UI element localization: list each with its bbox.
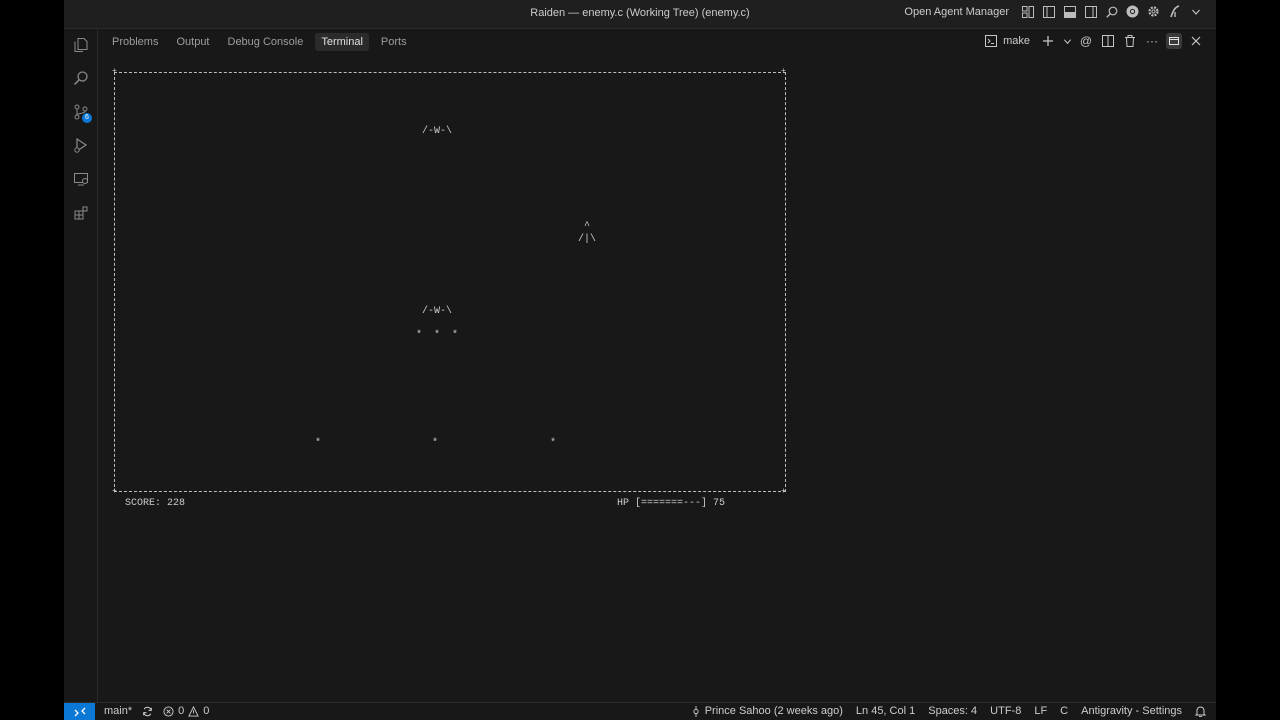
tab-terminal[interactable]: Terminal	[315, 33, 369, 51]
encoding[interactable]: UTF-8	[990, 705, 1021, 717]
more-actions-icon[interactable]: ···	[1144, 33, 1160, 49]
frame-corner: +	[781, 67, 786, 76]
panel-actions: make @ ···	[983, 33, 1204, 49]
chevron-down-icon[interactable]	[1062, 33, 1072, 49]
cursor-position[interactable]: Ln 45, Col 1	[856, 705, 915, 717]
status-bar-right: Prince Sahoo (2 weeks ago) Ln 45, Col 1 …	[691, 705, 1206, 717]
source-control-badge: 6	[82, 113, 92, 123]
antigravity-icon[interactable]	[1168, 5, 1181, 18]
enemy-ship: /-W-\	[422, 306, 453, 317]
terminal-icon	[983, 33, 999, 49]
background-star: *	[432, 438, 439, 449]
maximize-panel-icon[interactable]	[1166, 33, 1182, 49]
run-debug-icon[interactable]	[72, 136, 90, 154]
toggle-panel-icon[interactable]	[1063, 5, 1076, 18]
git-blame[interactable]: Prince Sahoo (2 weeks ago)	[691, 705, 843, 717]
remote-explorer-icon[interactable]	[72, 170, 90, 188]
search-icon[interactable]	[72, 69, 90, 87]
terminal-name: make	[1003, 35, 1030, 47]
enemy-bullets: * * *	[416, 330, 459, 341]
trash-icon[interactable]	[1122, 33, 1138, 49]
warning-icon	[188, 705, 200, 717]
title-bar: Raiden — enemy.c (Working Tree) (enemy.c…	[64, 0, 1216, 29]
tab-ports[interactable]: Ports	[375, 33, 413, 51]
frame-corner: +	[112, 67, 117, 76]
tab-problems[interactable]: Problems	[106, 33, 164, 51]
background-star: *	[315, 438, 322, 449]
antigravity-settings[interactable]: Antigravity - Settings	[1081, 705, 1182, 717]
terminal-selector[interactable]: make	[983, 33, 1030, 49]
enemy-ship: /-W-\	[422, 126, 453, 137]
language-mode[interactable]: C	[1060, 705, 1068, 717]
hp-readout: HP [=======---] 75	[617, 498, 726, 509]
bell-icon[interactable]	[1195, 705, 1206, 717]
editor-window: Raiden — enemy.c (Working Tree) (enemy.c…	[64, 0, 1216, 720]
end-of-line[interactable]: LF	[1034, 705, 1047, 717]
activity-bar: 6	[64, 29, 98, 702]
mention-icon[interactable]: @	[1078, 33, 1094, 49]
warning-count: 0	[203, 705, 210, 717]
explorer-icon[interactable]	[72, 36, 90, 54]
background-star: *	[550, 438, 557, 449]
source-control-icon[interactable]: 6	[72, 103, 92, 123]
title-bar-actions: Open Agent Manager	[904, 5, 1202, 18]
frame-corner: +	[781, 487, 786, 496]
add-icon[interactable]	[1040, 33, 1056, 49]
player-ship-nose: ^	[584, 221, 591, 232]
panel-tab-bar: Problems Output Debug Console Terminal P…	[106, 33, 413, 51]
toggle-primary-sidebar-icon[interactable]	[1042, 5, 1055, 18]
player-ship-body: /|\	[578, 234, 597, 245]
indentation[interactable]: Spaces: 4	[928, 705, 977, 717]
remote-indicator-icon[interactable]	[64, 703, 95, 720]
close-icon[interactable]	[1188, 33, 1204, 49]
error-count: 0	[178, 705, 185, 717]
score-readout: SCORE: 228	[125, 498, 186, 509]
terminal-output[interactable]: + + + + /-W-\ ^ /|\ /-W-\ * * * * * * SC…	[112, 64, 794, 524]
chrome-icon[interactable]	[1126, 5, 1139, 18]
layout-icon[interactable]	[1021, 5, 1034, 18]
settings-gear-icon[interactable]	[1147, 5, 1160, 18]
error-icon	[163, 705, 174, 717]
sync-icon[interactable]	[142, 706, 153, 717]
extensions-icon[interactable]	[72, 204, 90, 222]
chevron-down-icon[interactable]	[1189, 5, 1202, 18]
problems-indicator[interactable]: 0 0	[163, 705, 209, 717]
branch-indicator[interactable]: main*	[104, 705, 132, 717]
frame-corner: +	[112, 487, 117, 496]
status-bar-left: main* 0 0	[104, 705, 209, 717]
tab-output[interactable]: Output	[170, 33, 215, 51]
split-terminal-icon[interactable]	[1100, 33, 1116, 49]
status-bar: main* 0 0 Prince Sahoo (2 weeks ago) Ln …	[64, 702, 1216, 720]
git-blame-text: Prince Sahoo (2 weeks ago)	[704, 705, 843, 717]
open-agent-manager-button[interactable]: Open Agent Manager	[904, 6, 1009, 18]
commit-icon	[691, 705, 701, 717]
search-icon[interactable]	[1105, 5, 1118, 18]
tab-debug-console[interactable]: Debug Console	[222, 33, 310, 51]
toggle-secondary-sidebar-icon[interactable]	[1084, 5, 1097, 18]
